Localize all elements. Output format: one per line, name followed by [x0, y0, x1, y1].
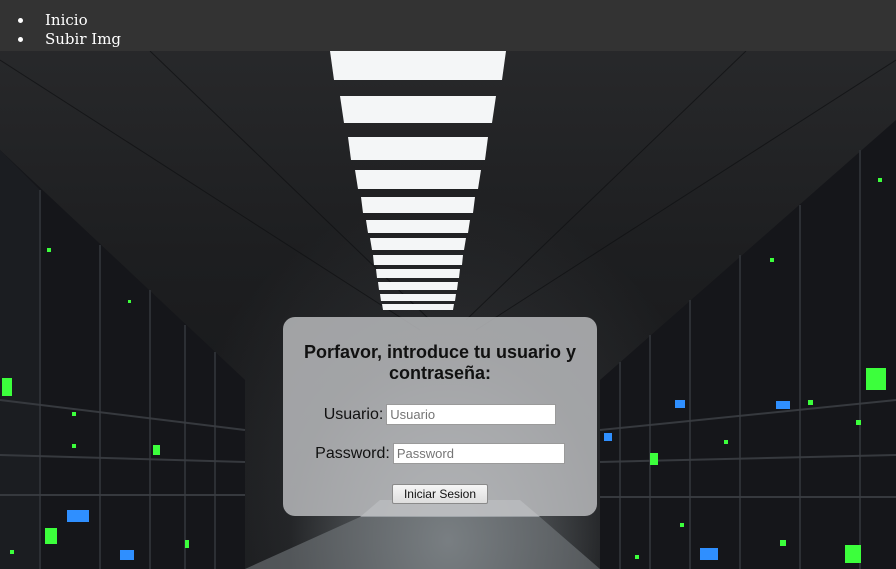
password-row: Password: [283, 443, 597, 464]
nav-item-inicio: Inicio [0, 11, 896, 30]
nav-list: Inicio Subir Img [0, 0, 896, 49]
ceiling-lights [330, 51, 506, 310]
username-input[interactable] [386, 404, 557, 425]
username-row: Usuario: [283, 404, 597, 425]
top-nav: Inicio Subir Img [0, 0, 896, 51]
password-label: Password: [315, 444, 390, 462]
username-label: Usuario: [323, 405, 384, 423]
login-submit-button[interactable]: Iniciar Sesion [392, 484, 488, 504]
login-title: Porfavor, introduce tu usuario y contras… [303, 342, 577, 383]
nav-item-subir-img: Subir Img [0, 30, 896, 49]
password-input[interactable] [392, 443, 565, 464]
nav-link-inicio[interactable]: Inicio [45, 11, 88, 29]
login-form: Porfavor, introduce tu usuario y contras… [283, 317, 597, 516]
nav-link-subir-img[interactable]: Subir Img [45, 30, 121, 48]
